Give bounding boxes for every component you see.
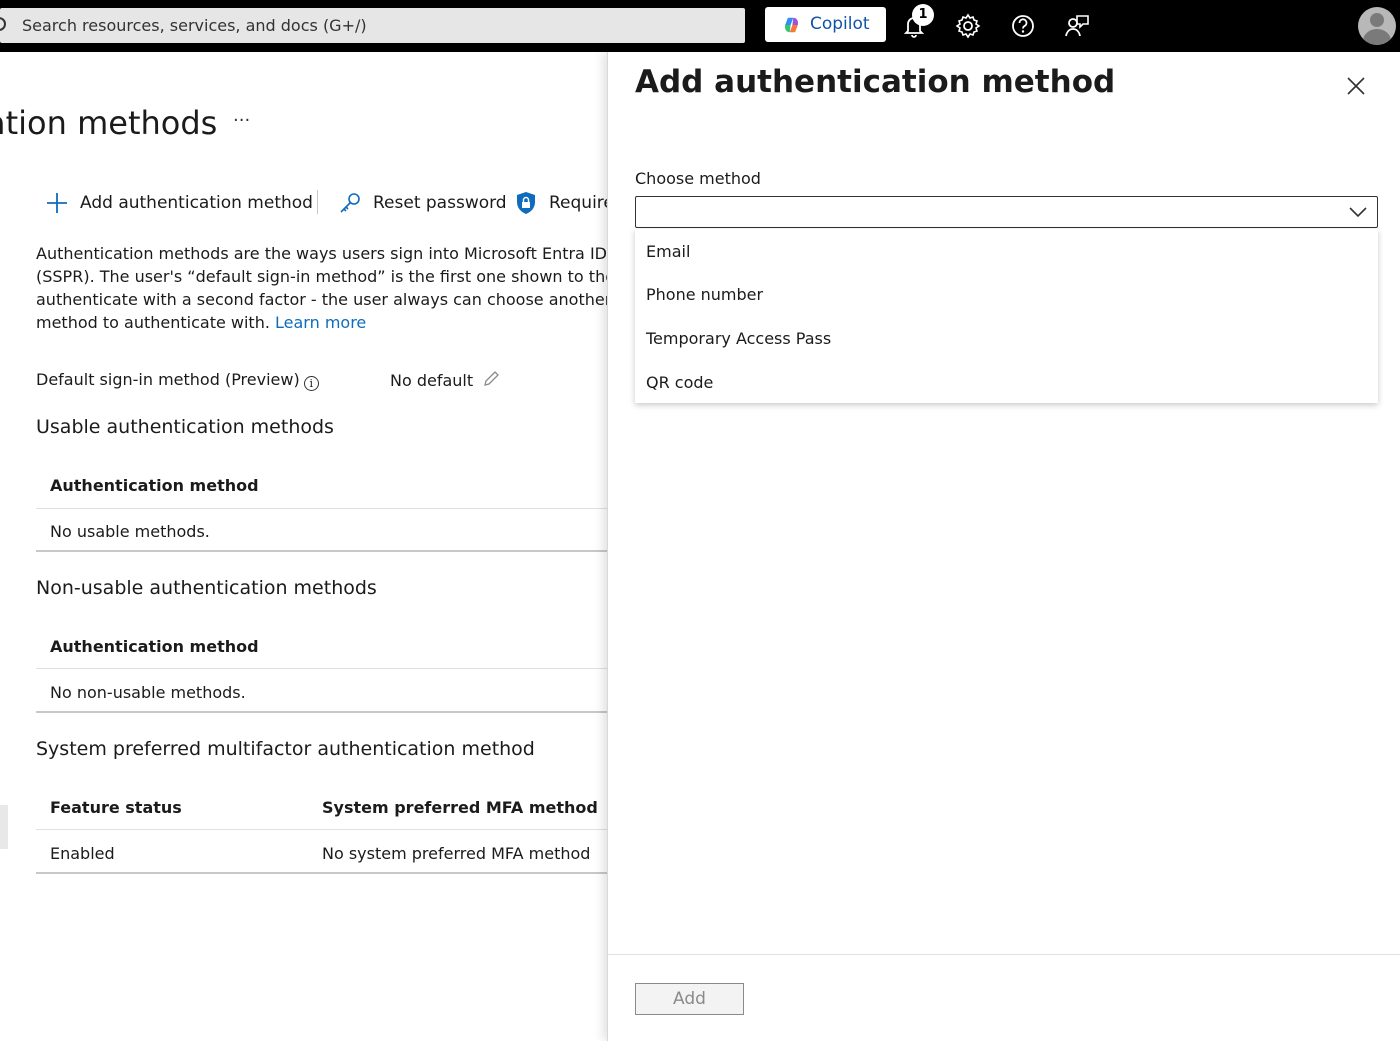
non-usable-column-header[interactable]: Authentication method <box>50 637 259 656</box>
feature-status-value: Enabled <box>50 844 115 863</box>
copilot-label: Copilot <box>810 14 870 34</box>
usable-column-header[interactable]: Authentication method <box>50 476 259 495</box>
default-signin-label: Default sign-in method (Preview) i <box>36 370 319 391</box>
usable-methods-heading: Usable authentication methods <box>36 416 334 438</box>
toolbar-divider <box>317 190 318 214</box>
divider <box>36 550 607 552</box>
avatar-head <box>1370 13 1384 27</box>
choose-method-dropdown[interactable] <box>635 196 1378 228</box>
description-line: method to authenticate with. <box>36 313 270 332</box>
panel-title: Add authentication method <box>635 64 1116 100</box>
reset-password-button[interactable]: Reset password <box>338 188 507 218</box>
description-line: Authentication methods are the ways user… <box>36 244 607 263</box>
non-usable-empty-text: No non-usable methods. <box>50 683 246 702</box>
divider <box>36 711 607 713</box>
top-bar: Search resources, services, and docs (G+… <box>0 0 1400 52</box>
method-options-list: Email Phone number Temporary Access Pass… <box>635 229 1378 403</box>
require-label: Require <box>549 193 607 213</box>
default-signin-label-text: Default sign-in method (Preview) <box>36 370 300 389</box>
default-signin-value-text: No default <box>390 371 474 390</box>
shield-lock-icon <box>517 192 535 214</box>
description-last-line: method to authenticate with. Learn more <box>36 311 607 334</box>
avatar-body <box>1363 29 1391 45</box>
usable-empty-text: No usable methods. <box>50 522 210 541</box>
require-mfa-button[interactable]: Require <box>516 188 607 218</box>
chevron-down-icon <box>1349 207 1367 218</box>
option-qr-code[interactable]: QR code <box>646 373 713 392</box>
left-edge-tab <box>0 805 8 849</box>
description-line: (SSPR). The user's “default sign-in meth… <box>36 267 607 286</box>
description: Authentication methods are the ways user… <box>36 242 607 334</box>
system-preferred-heading: System preferred multifactor authenticat… <box>36 738 535 760</box>
info-icon[interactable]: i <box>303 376 319 391</box>
more-options-button[interactable]: ··· <box>233 110 250 131</box>
description-line: authenticate with a second factor - the … <box>36 290 607 309</box>
add-authentication-method-label: Add authentication method <box>80 193 313 213</box>
feedback-icon[interactable] <box>1063 12 1091 40</box>
close-icon[interactable] <box>1345 75 1367 97</box>
add-authentication-method-panel: Add authentication method Choose method … <box>607 52 1400 1041</box>
search-input[interactable]: Search resources, services, and docs (G+… <box>0 8 745 43</box>
page-title: ation methods <box>0 104 218 142</box>
option-email[interactable]: Email <box>646 242 690 261</box>
copilot-icon <box>784 17 799 33</box>
non-usable-methods-heading: Non-usable authentication methods <box>36 577 377 599</box>
search-icon <box>0 17 6 31</box>
help-icon[interactable] <box>1009 12 1037 40</box>
notification-badge: 1 <box>912 4 934 26</box>
system-preferred-method-value: No system preferred MFA method <box>322 844 591 863</box>
choose-method-label: Choose method <box>635 169 761 188</box>
add-authentication-method-button[interactable]: Add authentication method <box>46 188 313 218</box>
reset-password-label: Reset password <box>373 193 507 213</box>
key-icon <box>340 193 360 213</box>
divider <box>36 668 607 669</box>
divider <box>36 872 607 874</box>
user-authentication-methods-page: ation methods ··· Add authentication met… <box>0 52 607 1041</box>
divider <box>36 829 607 830</box>
learn-more-link[interactable]: Learn more <box>275 313 366 332</box>
system-preferred-method-header[interactable]: System preferred MFA method <box>322 798 598 817</box>
default-signin-value: No default <box>390 370 500 390</box>
avatar[interactable] <box>1358 7 1396 45</box>
divider <box>36 508 607 509</box>
option-phone-number[interactable]: Phone number <box>646 285 763 304</box>
add-button[interactable]: Add <box>635 983 744 1015</box>
search-placeholder: Search resources, services, and docs (G+… <box>22 16 367 35</box>
pencil-icon[interactable] <box>482 370 500 388</box>
footer-divider <box>608 954 1400 955</box>
feature-status-header[interactable]: Feature status <box>50 798 182 817</box>
option-temporary-access-pass[interactable]: Temporary Access Pass <box>646 329 831 348</box>
gear-icon[interactable] <box>954 12 982 40</box>
command-bar: Add authentication method Reset password… <box>0 188 607 218</box>
copilot-button[interactable]: Copilot <box>765 7 886 42</box>
plus-icon <box>47 193 67 213</box>
